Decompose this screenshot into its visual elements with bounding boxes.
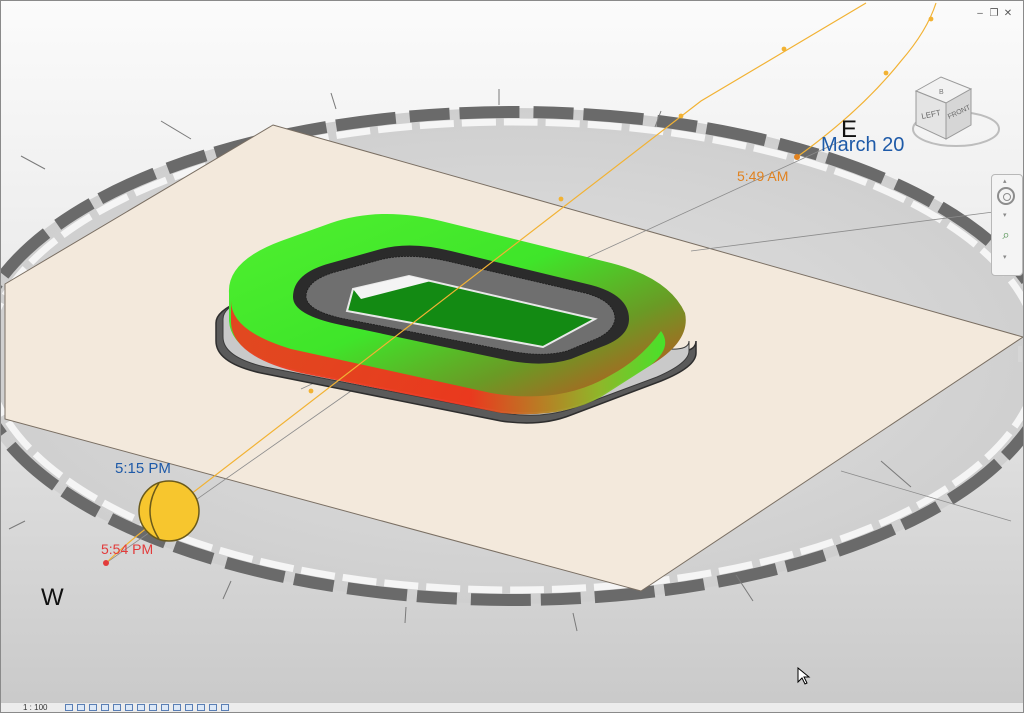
revit-3d-viewport-window[interactable]: E W March 20 5:49 AM 5:15 PM 5:54 PM B L… bbox=[0, 0, 1024, 713]
restore-button[interactable]: ❐ bbox=[989, 9, 999, 19]
temporary-hide-icon[interactable] bbox=[161, 704, 170, 711]
steering-wheel-dropdown-icon[interactable]: ▾ bbox=[1003, 211, 1007, 219]
sunrise-marker bbox=[794, 154, 800, 160]
ring-tick bbox=[222, 580, 232, 600]
viewcube[interactable]: B LEFT FRONT bbox=[912, 76, 1000, 147]
sunset-marker bbox=[103, 560, 109, 566]
sun-path-hour-marker bbox=[558, 196, 564, 202]
render-icon[interactable] bbox=[113, 704, 122, 711]
window-controls: – ❐ ✕ bbox=[975, 9, 1013, 19]
reveal-hidden-icon[interactable] bbox=[173, 704, 182, 711]
mouse-pointer-icon bbox=[797, 667, 811, 685]
sunrise-time-label: 5:49 AM bbox=[737, 168, 788, 184]
shadows-toggle-icon[interactable] bbox=[101, 704, 110, 711]
navigation-bar: ▴ ▾ ⌕ ▾ bbox=[991, 174, 1023, 276]
sun-path-hour-marker bbox=[928, 16, 934, 22]
ring-tick bbox=[8, 520, 26, 530]
minimize-button[interactable]: – bbox=[975, 9, 985, 19]
sun-icon[interactable] bbox=[138, 480, 200, 542]
analysis-display-icon[interactable] bbox=[185, 704, 194, 711]
sun-path-hour-marker bbox=[781, 46, 787, 52]
temporary-view-properties-icon[interactable] bbox=[209, 704, 218, 711]
west-direction-label: W bbox=[41, 584, 64, 611]
sun-path-toggle-icon[interactable] bbox=[89, 704, 98, 711]
3d-scene[interactable]: E W March 20 5:49 AM 5:15 PM 5:54 PM B L… bbox=[1, 1, 1023, 712]
ring-tick bbox=[404, 606, 407, 624]
worksharing-display-icon[interactable] bbox=[221, 704, 230, 711]
zoom-icon[interactable]: ⌕ bbox=[999, 227, 1013, 243]
ring-tick bbox=[330, 92, 337, 110]
vertical-scrollbar-thumb[interactable] bbox=[1018, 346, 1022, 362]
sunset-time-label: 5:54 PM bbox=[101, 541, 153, 557]
steering-wheel-icon[interactable] bbox=[997, 187, 1015, 205]
crop-view-icon[interactable] bbox=[125, 704, 134, 711]
viewcube-top-face[interactable]: B bbox=[939, 89, 944, 96]
ring-tick bbox=[572, 612, 578, 632]
lock-view-icon[interactable] bbox=[149, 704, 158, 711]
sun-path-hour-marker bbox=[308, 388, 314, 394]
view-scale[interactable]: 1 : 100 bbox=[23, 703, 47, 713]
zoom-dropdown-icon[interactable]: ▾ bbox=[1003, 253, 1007, 261]
sun-path-hour-marker bbox=[678, 113, 684, 119]
show-crop-region-icon[interactable] bbox=[137, 704, 146, 711]
sun-path-hour-marker bbox=[883, 70, 889, 76]
navbar-collapse-icon[interactable]: ▴ bbox=[1003, 177, 1007, 185]
ring-tick bbox=[20, 155, 46, 170]
view-control-bar: 1 : 100 bbox=[1, 702, 1023, 712]
sun-path-date-label: March 20 bbox=[821, 134, 904, 156]
close-button[interactable]: ✕ bbox=[1003, 9, 1013, 19]
visual-style-icon[interactable] bbox=[77, 704, 86, 711]
sun-time-label: 5:15 PM bbox=[115, 460, 171, 477]
ring-tick bbox=[160, 120, 192, 140]
highlight-displacement-icon[interactable] bbox=[197, 704, 206, 711]
detail-level-icon[interactable] bbox=[65, 704, 74, 711]
